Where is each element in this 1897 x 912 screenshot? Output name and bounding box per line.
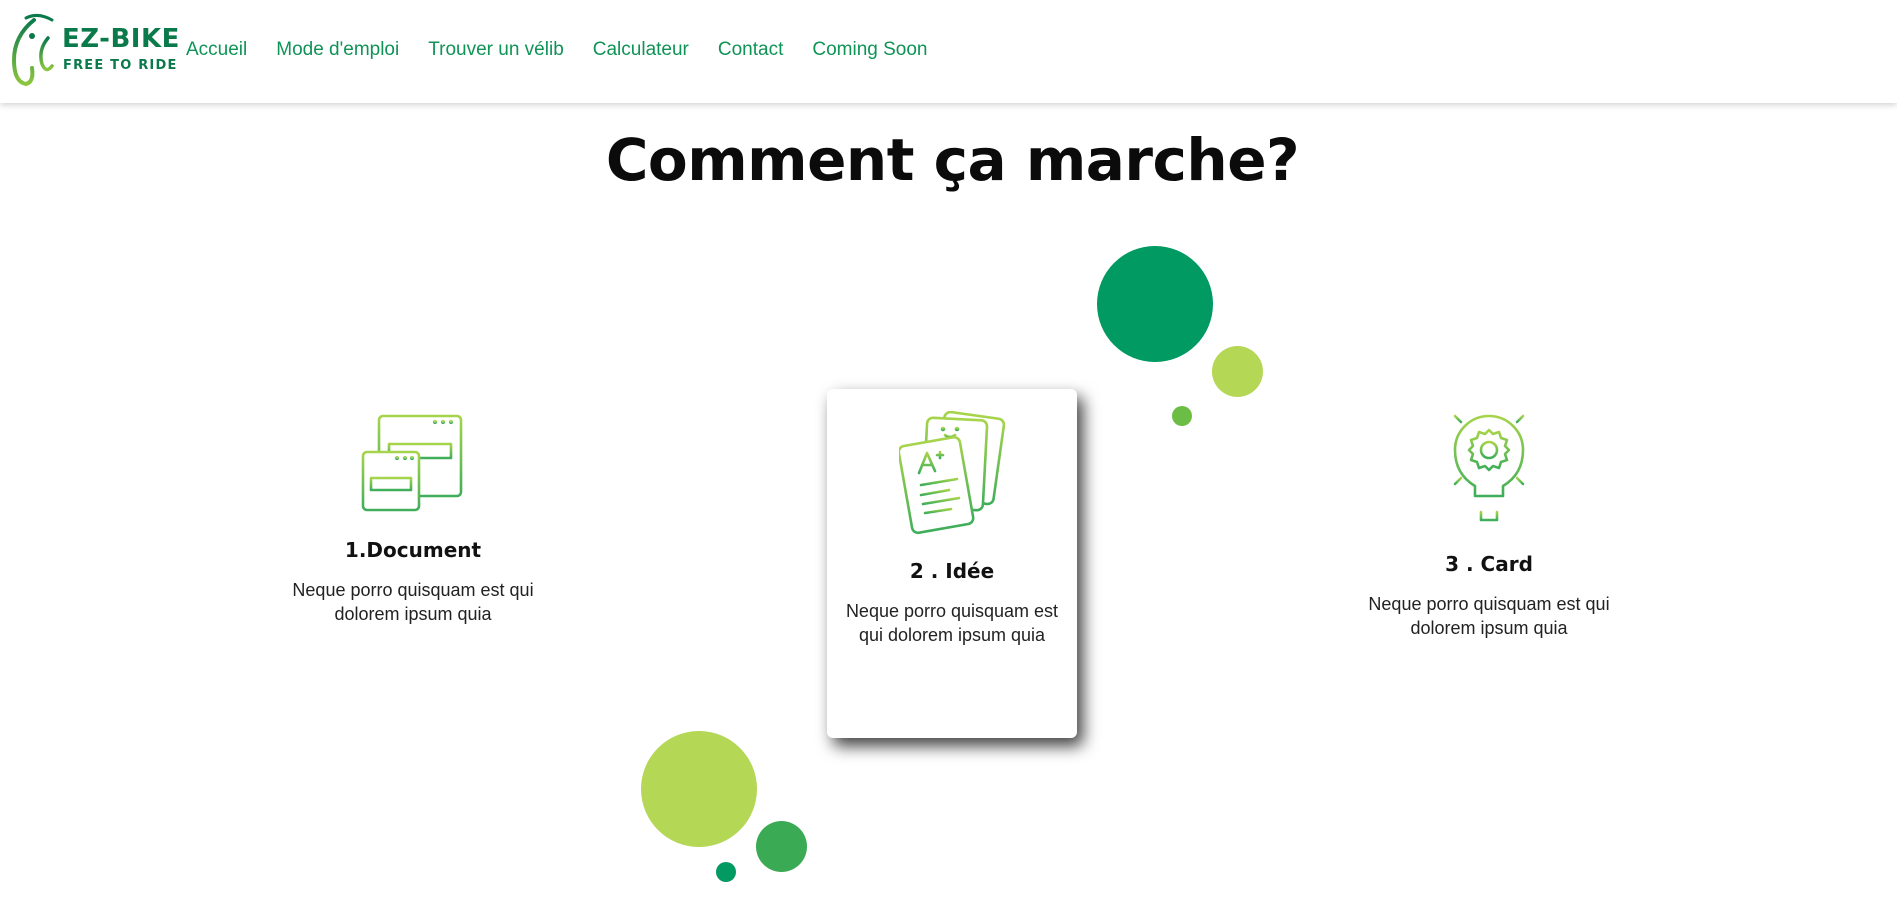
decor-bubble [716, 862, 736, 882]
feature-description: Neque porro quisquam est qui dolorem ips… [845, 601, 1059, 645]
feature-description: Neque porro quisquam est qui dolorem ips… [1368, 594, 1610, 638]
decor-bubble [1212, 346, 1263, 397]
page-title: Comment ça marche? [605, 126, 1300, 194]
feature-item-card: 3 . Card Neque porro quisquam est qui do… [1349, 400, 1629, 640]
nav-link-accueil[interactable]: Accueil [186, 39, 247, 61]
lightbulb-gear-icon [1437, 400, 1541, 522]
nav-link-trouver-velib[interactable]: Trouver un vélib [428, 39, 564, 61]
documents-icon [361, 414, 463, 512]
decor-bubble [1172, 406, 1192, 426]
feature-description: Neque porro quisquam est qui dolorem ips… [292, 580, 534, 624]
decor-bubble [641, 731, 757, 847]
main-nav: Accueil Mode d'emploi Trouver un vélib C… [186, 36, 927, 64]
brand-name: EZ-BIKE [62, 24, 180, 54]
feature-title: 2 . Idée [909, 559, 995, 583]
feature-item-document: 1.Document Neque porro quisquam est qui … [273, 414, 553, 626]
brand-logo[interactable]: EZ-BIKE FREE TO RIDE [8, 8, 179, 88]
top-navbar: EZ-BIKE FREE TO RIDE Accueil Mode d'empl… [0, 0, 1897, 103]
graded-papers-icon [899, 411, 1005, 535]
decor-bubble [1097, 246, 1213, 362]
nav-link-contact[interactable]: Contact [718, 39, 783, 61]
brand-tagline: FREE TO RIDE [63, 58, 178, 73]
feature-title: 3 . Card [1445, 552, 1533, 576]
nav-link-coming-soon[interactable]: Coming Soon [812, 39, 927, 61]
decor-bubble [756, 821, 807, 872]
nav-link-calculateur[interactable]: Calculateur [593, 39, 689, 61]
nav-link-mode-emploi[interactable]: Mode d'emploi [276, 39, 399, 61]
feature-item-idee: 2 . Idée Neque porro quisquam est qui do… [835, 411, 1069, 647]
feature-title: 1.Document [344, 538, 482, 562]
bicycle-icon [11, 13, 54, 87]
